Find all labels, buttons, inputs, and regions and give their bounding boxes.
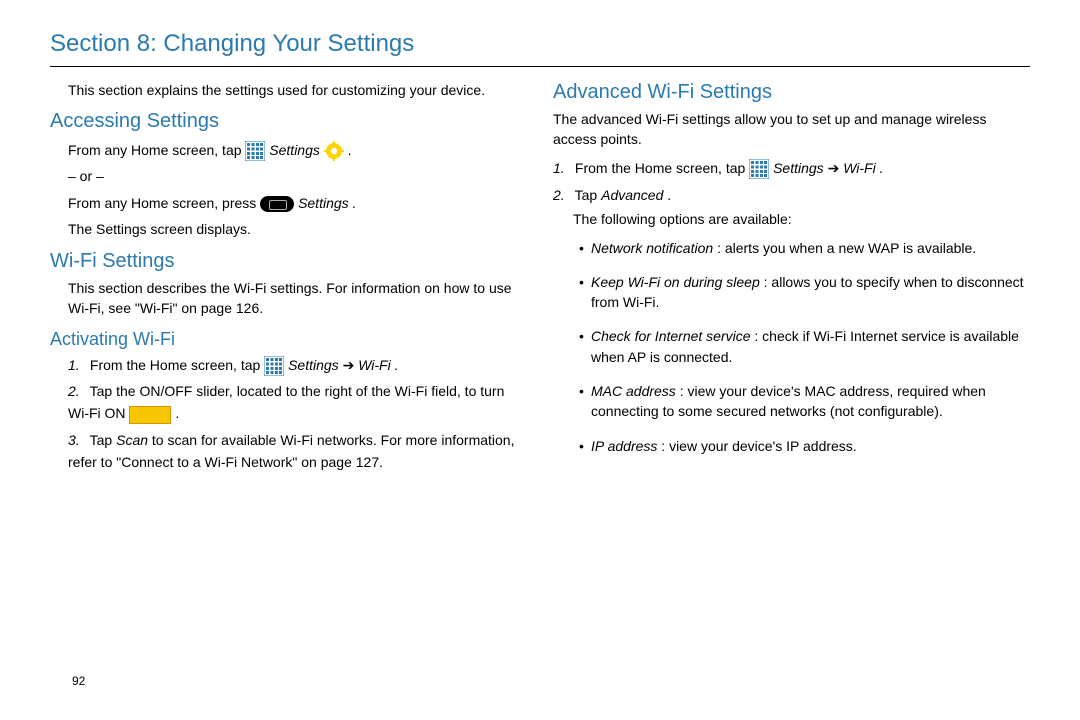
step-number-2: 2. (68, 380, 86, 402)
option-term: Check for Internet service (591, 328, 751, 344)
option-ip-address: IP address : view your device's IP addre… (579, 436, 1030, 456)
heading-activating-wifi: Activating Wi-Fi (50, 329, 527, 350)
apps-grid-icon (264, 356, 284, 376)
step2-text-b: . (175, 405, 179, 421)
wifi-crossref-link[interactable]: "Wi-Fi" (135, 300, 178, 316)
option-term: Keep Wi-Fi on during sleep (591, 274, 760, 290)
accessing-result: The Settings screen displays. (68, 218, 527, 240)
menu-button-icon (260, 196, 294, 212)
step1-settings: Settings (288, 357, 342, 373)
step3-text-c: on page 127. (301, 454, 383, 470)
text-settings-press: Settings . (298, 195, 356, 211)
period: . (348, 142, 352, 158)
accessing-or: – or – (68, 165, 527, 187)
advanced-following: The following options are available: (573, 210, 1030, 230)
advanced-step-2: 2. Tap Advanced . (553, 184, 1030, 206)
option-keep-wifi-sleep: Keep Wi-Fi on during sleep : allows you … (579, 272, 1030, 313)
option-check-internet: Check for Internet service : check if Wi… (579, 326, 1030, 367)
activating-step-2: 2. Tap the ON/OFF slider, located to the… (68, 380, 527, 425)
wifi-body-b: on page 126. (181, 300, 263, 316)
advanced-step-1: 1. From the Home screen, tap Settings ➔ … (553, 157, 1030, 179)
page-title: Section 8: Changing Your Settings (50, 30, 1030, 58)
option-desc: : view your device's IP address. (661, 438, 856, 454)
option-mac-address: MAC address : view your device's MAC add… (579, 381, 1030, 422)
title-rule (50, 66, 1030, 67)
adv-step1-wifi: Wi-Fi . (843, 160, 883, 176)
heading-advanced-wifi: Advanced Wi-Fi Settings (553, 81, 1030, 104)
step-number-1: 1. (68, 354, 86, 376)
step3-text-a: Tap (90, 432, 116, 448)
on-off-switch-icon (129, 406, 171, 424)
text-from-home-press: From any Home screen, press (68, 195, 260, 211)
text-from-home-tap: From any Home screen, tap (68, 142, 245, 158)
activating-step-1: 1. From the Home screen, tap Settings ➔ … (68, 354, 527, 376)
connect-wifi-crossref-link[interactable]: "Connect to a Wi-Fi Network" (116, 454, 297, 470)
two-column-layout: This section explains the settings used … (50, 81, 1030, 478)
option-term: MAC address (591, 383, 676, 399)
right-column: Advanced Wi-Fi Settings The advanced Wi-… (553, 81, 1030, 478)
option-desc: : alerts you when a new WAP is available… (717, 240, 976, 256)
heading-accessing-settings: Accessing Settings (50, 110, 527, 133)
accessing-line-1: From any Home screen, tap Settings . (68, 139, 527, 161)
step1-wifi: Wi-Fi . (358, 357, 398, 373)
adv-step-number-1: 1. (553, 157, 571, 179)
text-settings-label: Settings (269, 142, 323, 158)
adv-step2-a: Tap (575, 187, 601, 203)
activating-step-3: 3. Tap Scan to scan for available Wi-Fi … (68, 429, 527, 474)
advanced-options-list: Network notification : alerts you when a… (571, 238, 1030, 456)
adv-step-number-2: 2. (553, 184, 571, 206)
step1-text-a: From the Home screen, tap (90, 357, 264, 373)
heading-wifi-settings: Wi-Fi Settings (50, 250, 527, 273)
page-number: 92 (72, 674, 85, 688)
wifi-settings-body: This section describes the Wi-Fi setting… (68, 279, 527, 318)
option-term: IP address (591, 438, 657, 454)
left-column: This section explains the settings used … (50, 81, 527, 478)
apps-grid-icon (749, 159, 769, 179)
adv-step1-a: From the Home screen, tap (575, 160, 749, 176)
accessing-line-2: From any Home screen, press Settings . (68, 192, 527, 214)
adv-step2-b: . (667, 187, 671, 203)
arrow-icon: ➔ (343, 357, 355, 373)
option-network-notification: Network notification : alerts you when a… (579, 238, 1030, 258)
advanced-intro: The advanced Wi-Fi settings allow you to… (553, 110, 1030, 149)
adv-step2-advanced: Advanced (601, 187, 663, 203)
apps-grid-icon (245, 141, 265, 161)
step-number-3: 3. (68, 429, 86, 451)
arrow-icon: ➔ (828, 160, 840, 176)
section-intro: This section explains the settings used … (68, 81, 527, 100)
step3-scan: Scan (116, 432, 148, 448)
settings-gear-icon (324, 141, 344, 161)
adv-step1-settings: Settings (773, 160, 827, 176)
option-term: Network notification (591, 240, 713, 256)
